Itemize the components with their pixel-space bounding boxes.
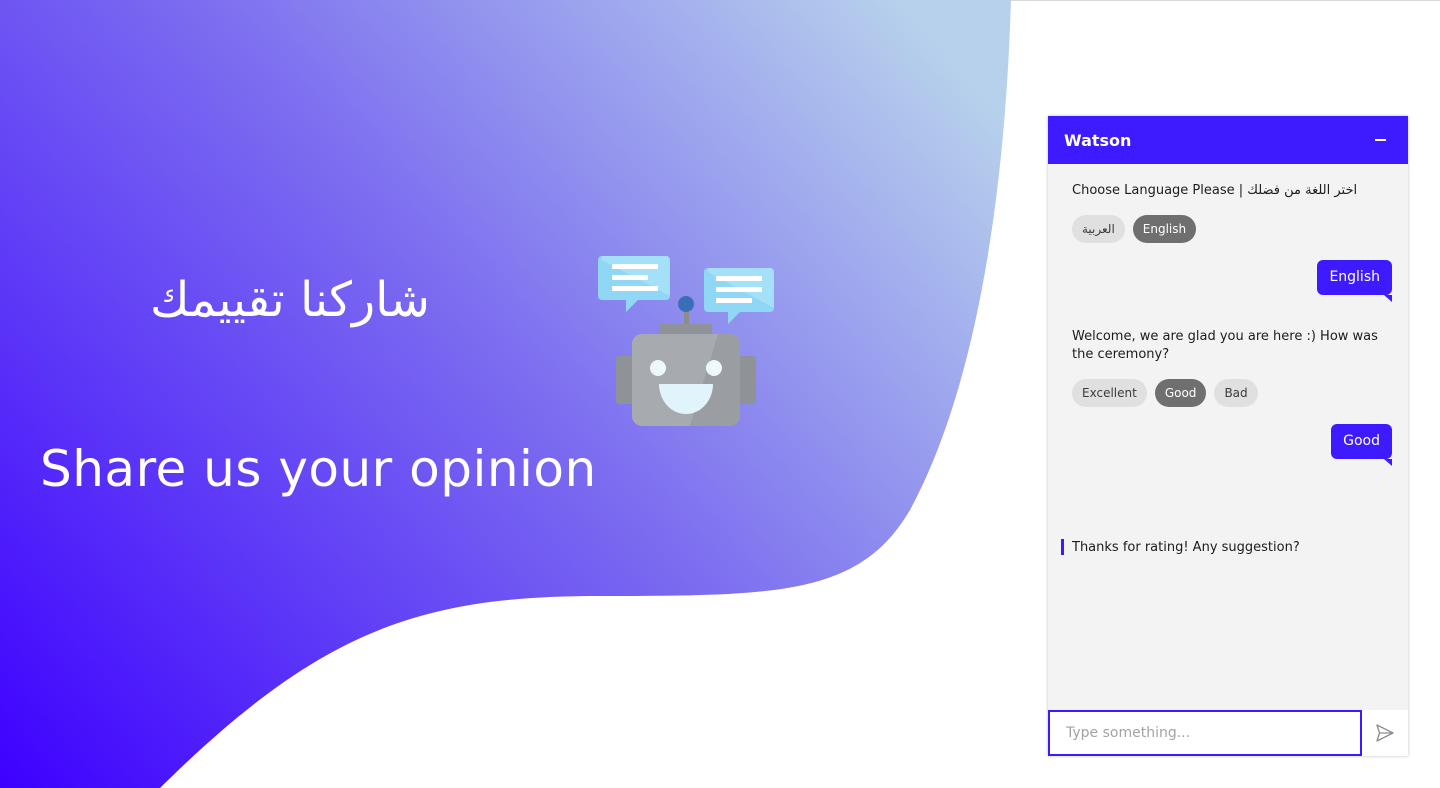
language-options: العربية English	[1072, 215, 1197, 243]
option-good[interactable]: Good	[1154, 379, 1207, 407]
chat-input[interactable]	[1048, 710, 1362, 756]
chatbot-robot-icon	[598, 256, 774, 426]
chat-messages[interactable]: Choose Language Please | اختر اللغة من ف…	[1048, 164, 1408, 710]
rating-options: Excellent Good Bad	[1072, 379, 1258, 407]
chat-widget: Watson Choose Language Please | اختر الل…	[1048, 116, 1408, 756]
user-message-rating: Good	[1331, 424, 1392, 466]
send-icon	[1376, 724, 1394, 742]
bot-message-thanks: Thanks for rating! Any suggestion?	[1072, 540, 1300, 555]
chat-header: Watson	[1048, 116, 1408, 164]
latest-message-indicator	[1061, 539, 1064, 555]
option-bad[interactable]: Bad	[1214, 379, 1258, 407]
send-button[interactable]	[1362, 710, 1408, 756]
hero-title-arabic: شاركنا تقييمك	[149, 272, 431, 328]
option-excellent[interactable]: Excellent	[1072, 379, 1147, 407]
option-english[interactable]: English	[1132, 215, 1197, 243]
user-message-language: English	[1317, 260, 1392, 302]
hero-title-english: Share us your opinion	[40, 440, 597, 498]
page: شاركنا تقييمك Share us your opinion Wats…	[0, 0, 1440, 788]
option-arabic[interactable]: العربية	[1072, 215, 1125, 243]
minimize-icon[interactable]	[1368, 128, 1392, 152]
chat-title: Watson	[1064, 130, 1132, 150]
bot-message-language: Choose Language Please | اختر اللغة من ف…	[1072, 183, 1358, 198]
bot-message-rating: Welcome, we are glad you are here :) How…	[1072, 329, 1378, 362]
chat-input-row	[1048, 710, 1408, 756]
